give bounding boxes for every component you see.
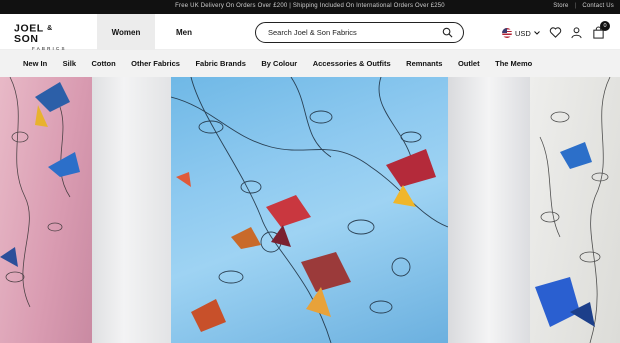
fabric-fold-left xyxy=(92,77,172,343)
promo-text: Free UK Delivery On Orders Over £200 | S… xyxy=(175,3,445,9)
site-header: JOEL & SON FABRICS Women Men Search Joel… xyxy=(0,14,620,52)
nav-item-outlet[interactable]: Outlet xyxy=(458,59,480,68)
chevron-down-icon xyxy=(533,31,540,35)
butterfly-print-pattern xyxy=(0,77,80,308)
butterfly-print-pattern xyxy=(535,77,611,343)
tab-men[interactable]: Men xyxy=(158,14,210,50)
nav-item-accessories-outfits[interactable]: Accessories & Outfits xyxy=(313,59,391,68)
main-nav: New In Silk Cotton Other Fabrics Fabric … xyxy=(0,50,620,77)
nav-item-remnants[interactable]: Remnants xyxy=(406,59,442,68)
nav-item-other-fabrics[interactable]: Other Fabrics xyxy=(131,59,180,68)
currency-label: USD xyxy=(515,28,531,38)
currency-selector[interactable]: USD xyxy=(502,28,540,38)
fabric-panel-blue xyxy=(170,77,449,343)
fabric-panel-white xyxy=(530,77,620,343)
utility-links: Store | Contact Us xyxy=(553,3,614,9)
fabric-panel-pink xyxy=(0,77,92,343)
nav-item-cotton[interactable]: Cotton xyxy=(92,59,116,68)
nav-item-silk[interactable]: Silk xyxy=(63,59,76,68)
nav-item-by-colour[interactable]: By Colour xyxy=(261,59,297,68)
heart-icon[interactable] xyxy=(549,26,562,39)
store-link[interactable]: Store xyxy=(553,3,568,9)
hero-banner[interactable] xyxy=(0,77,620,343)
search-placeholder: Search Joel & Son Fabrics xyxy=(268,28,357,37)
fabric-fold-right xyxy=(448,77,530,343)
search-icon[interactable] xyxy=(442,27,453,38)
nav-item-new-in[interactable]: New In xyxy=(23,59,47,68)
divider: | xyxy=(574,3,577,9)
search-input[interactable]: Search Joel & Son Fabrics xyxy=(255,22,464,43)
logo[interactable]: JOEL & SON FABRICS xyxy=(14,22,80,52)
user-icon[interactable] xyxy=(570,26,583,39)
logo-wordmark: JOEL & SON xyxy=(14,22,53,46)
tab-women[interactable]: Women xyxy=(97,14,155,50)
nav-item-the-memo[interactable]: The Memo xyxy=(495,59,532,68)
butterfly-print-pattern xyxy=(170,77,449,343)
us-flag-icon xyxy=(502,28,512,38)
nav-item-fabric-brands[interactable]: Fabric Brands xyxy=(195,59,245,68)
announcement-bar: Free UK Delivery On Orders Over £200 | S… xyxy=(0,0,620,14)
contact-us-link[interactable]: Contact Us xyxy=(582,3,614,9)
cart-count-badge: 0 xyxy=(600,21,610,31)
